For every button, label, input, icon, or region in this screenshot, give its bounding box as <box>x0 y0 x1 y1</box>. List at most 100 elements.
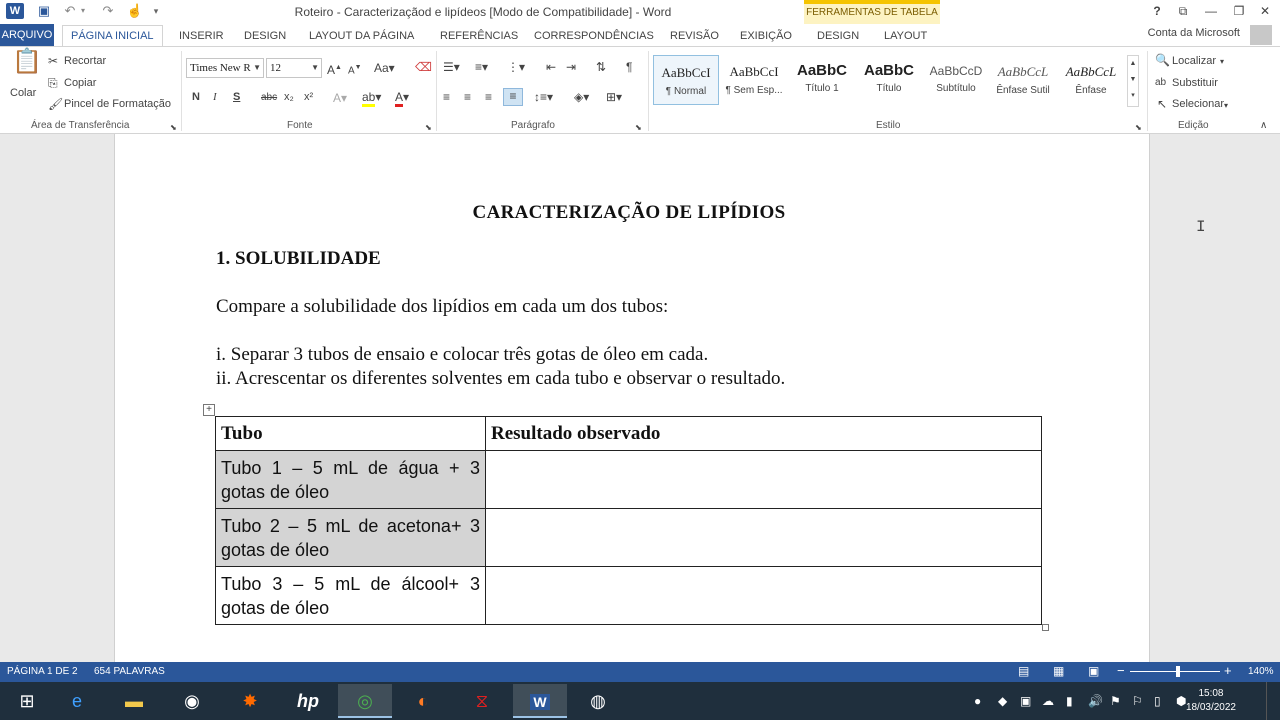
show-marks-icon[interactable]: ¶ <box>626 60 632 74</box>
media-app-icon[interactable]: ◉ <box>165 684 219 718</box>
superscript-button[interactable]: x² <box>304 91 313 103</box>
paint-app-icon[interactable]: ✸ <box>223 684 277 718</box>
read-mode-icon[interactable]: ▤ <box>1018 664 1029 678</box>
styles-launcher-icon[interactable]: ⬊ <box>1135 121 1142 135</box>
zoom-level[interactable]: 140% <box>1248 666 1274 677</box>
battery-icon[interactable]: ▯ <box>1154 694 1161 708</box>
style-subtitle[interactable]: AaBbCcD Subtítulo <box>923 55 989 105</box>
result-cell[interactable] <box>485 508 1042 567</box>
line-spacing-icon[interactable]: ↕≡▾ <box>534 90 553 104</box>
tab-home[interactable]: PÁGINA INICIAL <box>62 25 163 47</box>
tab-table-layout[interactable]: LAYOUT <box>884 27 927 47</box>
header-result[interactable]: Resultado observado <box>485 416 1042 451</box>
tube-cell[interactable]: Tubo 3 – 5 mL de álcool+ 3 gotas de óleo <box>215 566 486 625</box>
tab-mailings[interactable]: CORRESPONDÊNCIAS <box>534 27 654 47</box>
result-cell[interactable] <box>485 450 1042 509</box>
volume-icon[interactable]: 🔊 <box>1088 694 1103 708</box>
result-cell[interactable] <box>485 566 1042 625</box>
replace-button[interactable]: Substituir <box>1172 77 1218 89</box>
style-no-spacing[interactable]: AaBbCcI ¶ Sem Esp... <box>721 55 787 105</box>
find-button[interactable]: Localizar <box>1172 55 1216 67</box>
paragraph-launcher-icon[interactable]: ⬊ <box>635 121 642 135</box>
web-layout-icon[interactable]: ▣ <box>1088 664 1099 678</box>
font-name-select[interactable]: Times New R ▼ <box>186 58 264 78</box>
shading-icon[interactable]: ◈▾ <box>574 90 589 104</box>
tab-page-layout[interactable]: LAYOUT DA PÁGINA <box>309 27 414 47</box>
style-emphasis[interactable]: AaBbCcL Ênfase <box>1058 55 1124 105</box>
format-painter-button[interactable]: Pincel de Formatação <box>64 98 171 110</box>
paste-icon[interactable]: 📋 <box>12 50 42 74</box>
tab-table-design[interactable]: DESIGN <box>817 27 859 47</box>
show-desktop-button[interactable] <box>1266 682 1280 720</box>
underline-button[interactable]: S <box>233 91 240 103</box>
print-layout-icon[interactable]: ▦ <box>1053 664 1064 678</box>
network-icon[interactable]: ▮ <box>1066 694 1073 708</box>
copy-button[interactable]: Copiar <box>64 77 96 89</box>
firefox-icon[interactable]: ◐ <box>396 684 450 718</box>
zoom-in-icon[interactable]: + <box>1224 663 1232 678</box>
tray-app-icon[interactable]: ▣ <box>1020 694 1031 708</box>
font-launcher-icon[interactable]: ⬊ <box>425 121 432 135</box>
flag-icon[interactable]: ⚐ <box>1132 694 1143 708</box>
hp-app-icon[interactable]: hp <box>281 684 335 718</box>
align-left-icon[interactable]: ≡ <box>443 90 450 104</box>
restore-icon[interactable]: ❐ <box>1228 2 1250 20</box>
italic-button[interactable]: I <box>213 91 217 103</box>
tab-review[interactable]: REVISÃO <box>670 27 719 47</box>
bold-button[interactable]: N <box>192 91 200 103</box>
obs-tray-icon[interactable]: ● <box>974 694 981 708</box>
header-tube[interactable]: Tubo <box>215 416 486 451</box>
clear-formatting-icon[interactable]: ⌫ <box>415 60 432 74</box>
subscript-button[interactable]: x₂ <box>284 91 294 103</box>
tab-references[interactable]: REFERÊNCIAS <box>440 27 518 47</box>
onedrive-icon[interactable]: ☁ <box>1042 694 1054 708</box>
tab-file[interactable]: ARQUIVO <box>0 24 54 46</box>
close-icon[interactable]: ✕ <box>1254 2 1276 20</box>
document-page[interactable]: CARACTERIZAÇÃO DE LIPÍDIOS 1. SOLUBILIDA… <box>114 134 1150 662</box>
help-icon[interactable]: ? <box>1146 2 1168 20</box>
style-subtle-emphasis[interactable]: AaBbCcL Ênfase Sutil <box>990 55 1056 105</box>
grow-font-icon[interactable]: A▲ <box>327 61 342 77</box>
tray-app-icon[interactable]: ⚑ <box>1110 694 1121 708</box>
table-resize-handle[interactable] <box>1042 624 1049 631</box>
font-color-icon[interactable]: A▾ <box>395 90 409 107</box>
tab-insert[interactable]: INSERIR <box>179 27 224 47</box>
chrome-icon[interactable]: ◎ <box>338 684 392 718</box>
style-normal[interactable]: AaBbCcI ¶ Normal <box>653 55 719 105</box>
collapse-ribbon-icon[interactable]: ∧ <box>1260 119 1267 133</box>
select-button[interactable]: Selecionar <box>1172 98 1224 110</box>
obs-icon[interactable]: ◍ <box>571 684 625 718</box>
numbering-icon[interactable]: ≡▾ <box>475 60 488 74</box>
chevron-down-icon[interactable]: ▾ <box>1220 55 1224 69</box>
tab-design[interactable]: DESIGN <box>244 27 286 47</box>
table-move-handle-icon[interactable]: + <box>203 404 215 416</box>
cut-button[interactable]: Recortar <box>64 55 106 67</box>
windows-start-icon[interactable]: ⊞ <box>0 684 54 718</box>
justify-icon[interactable]: ≡ <box>503 88 523 106</box>
tab-view[interactable]: EXIBIÇÃO <box>740 27 792 47</box>
file-explorer-icon[interactable]: ▬ <box>107 684 161 718</box>
avatar[interactable] <box>1250 25 1272 45</box>
text-effects-icon[interactable]: A▾ <box>333 91 347 105</box>
word-taskbar-icon[interactable]: W <box>513 684 567 718</box>
styles-scroll[interactable]: ▲ ▼ ▾ <box>1127 55 1139 107</box>
minimize-icon[interactable]: — <box>1200 2 1222 20</box>
strikethrough-button[interactable]: abc <box>261 92 277 103</box>
zoom-out-icon[interactable]: − <box>1117 663 1125 678</box>
tray-app-icon[interactable]: ⬢ <box>1176 694 1186 708</box>
tube-cell[interactable]: Tubo 2 – 5 mL de acetona+ 3 gotas de óle… <box>215 508 486 567</box>
taskbar-clock[interactable]: 15:08 18/03/2022 <box>1186 687 1236 715</box>
change-case-icon[interactable]: Aa▾ <box>374 61 395 75</box>
multilevel-list-icon[interactable]: ⋮▾ <box>507 60 525 74</box>
align-center-icon[interactable]: ≡ <box>464 90 471 104</box>
zoom-slider[interactable] <box>1130 671 1220 672</box>
font-size-select[interactable]: 12 ▼ <box>266 58 322 78</box>
tray-app-icon[interactable]: ◆ <box>998 694 1007 708</box>
style-title[interactable]: AaBbC Título <box>856 55 922 105</box>
account-name[interactable]: Conta da Microsoft <box>1148 27 1240 39</box>
page-indicator[interactable]: PÁGINA 1 DE 2 <box>7 666 78 677</box>
increase-indent-icon[interactable]: ⇥ <box>566 60 576 74</box>
borders-icon[interactable]: ⊞▾ <box>606 90 622 104</box>
clipboard-launcher-icon[interactable]: ⬊ <box>170 121 177 135</box>
sort-icon[interactable]: ⇅ <box>596 60 606 74</box>
